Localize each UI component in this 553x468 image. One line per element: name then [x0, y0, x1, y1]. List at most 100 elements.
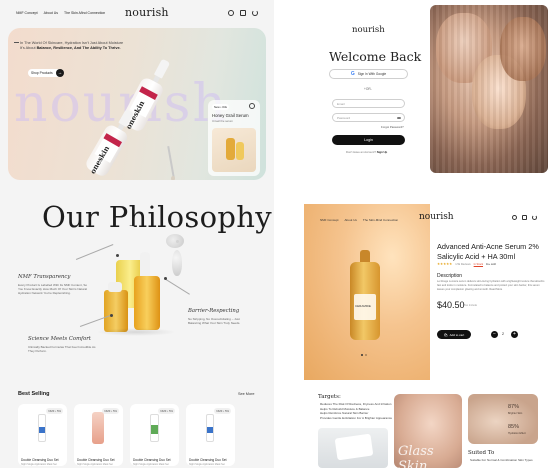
bottle-label-text: CERAMIDE: [355, 304, 371, 308]
heart-icon[interactable]: [249, 103, 255, 109]
stock-status: In Stock: [473, 262, 484, 266]
product-brand[interactable]: nourish: [419, 212, 454, 222]
cart-icon: 🛍: [443, 332, 448, 337]
product-image: [150, 414, 159, 442]
login-button[interactable]: Login: [332, 135, 405, 145]
card-tag: NMF • 5%: [46, 408, 63, 414]
serum-drop-3: [176, 240, 179, 243]
google-signin-button[interactable]: G Sign In With Google: [329, 69, 408, 79]
bag-icon[interactable]: [240, 10, 246, 16]
card-sub: Night Single Application Mask Set: [189, 463, 225, 466]
connector-dot-3: [110, 314, 113, 317]
stat1-label: Brighter Skin: [508, 412, 523, 415]
nav-link-nmf-concept[interactable]: NMF Concept: [320, 218, 339, 222]
reviews-count: 1.5k Reviews: [455, 262, 471, 266]
best-selling-title: Best Selling: [18, 391, 50, 397]
stat2-label: Hydration Effect: [508, 432, 526, 435]
target-item: Reduces The Risk Of Redness, Dryness And…: [320, 402, 392, 406]
glass-effect: [430, 5, 548, 173]
email-placeholder: Email: [337, 102, 345, 106]
nav-link-skin-mind[interactable]: The Skin-Mind Connection: [363, 218, 398, 222]
arrow-right-icon[interactable]: →: [56, 69, 64, 77]
target-item: Provides Gentle Exfoliation For A Bright…: [320, 415, 393, 420]
dropper: [167, 146, 175, 178]
quantity-decrease-button[interactable]: −: [491, 331, 498, 338]
eye-icon[interactable]: [397, 116, 401, 119]
signup-prompt: Don't Have an Account? Sign Up: [346, 150, 387, 154]
nav-link-nmf-concept[interactable]: NMF Concept: [16, 11, 38, 15]
promo-word: Glass Skin: [398, 444, 434, 468]
card-tag: NMF • 5%: [214, 408, 231, 414]
sold-count: 1k+ sold: [486, 262, 496, 266]
targets-heading: Targets:: [318, 394, 341, 400]
login-button-label: Login: [364, 138, 373, 142]
product-title: Advanced Anti-Acne Serum 2% Salicylic Ac…: [437, 242, 539, 261]
dropper-cap-2: [140, 252, 150, 278]
add-to-cart-button[interactable]: 🛍 Add to cart: [437, 330, 471, 339]
signup-prompt-text: Don't Have an Account?: [346, 150, 376, 154]
nav-link-about-us[interactable]: About Us: [345, 218, 357, 222]
product-card[interactable]: NMF • 5% Double Cleansing Duo Set Night …: [186, 404, 235, 466]
quantity-increase-button[interactable]: +: [511, 331, 518, 338]
card-sub: Night Single Application Mask Set: [133, 463, 169, 466]
product-texture-image: [318, 428, 388, 468]
product-card[interactable]: NMF • 5% Double Cleansing Duo Set Night …: [74, 404, 123, 466]
tube-image: [334, 433, 374, 461]
hero-banner: nourish In The World Of Skincare, Hydrat…: [8, 28, 266, 180]
search-icon[interactable]: [228, 10, 234, 16]
description-text: Le Rouge Lumiere serum delivers skin-lov…: [437, 280, 545, 291]
nav-link-skin-mind[interactable]: The Skin-Mind Connection: [64, 11, 105, 15]
email-field[interactable]: Email: [332, 99, 405, 108]
product-image: [38, 414, 46, 442]
price: $40.50: [437, 300, 465, 310]
product-card[interactable]: NMF • 5% Double Cleansing Duo Set Night …: [18, 404, 67, 466]
bag-icon[interactable]: [522, 215, 527, 220]
glass-skin-photo: Glass Skin: [394, 394, 462, 468]
bottle-label: CERAMIDE: [354, 294, 376, 320]
product-image-area: NMF Concept About Us The Skin-Mind Conne…: [304, 204, 430, 380]
philosophy-body-3: Clinically Backed Formulas That Feel Inc…: [28, 345, 96, 354]
signup-link[interactable]: Sign Up: [377, 150, 388, 154]
card-name: Double Cleansing Duo Set: [77, 458, 115, 462]
password-field[interactable]: Password: [332, 113, 405, 122]
bottle-cap-3: [108, 282, 122, 292]
nav-link-about-us[interactable]: About Us: [44, 11, 58, 15]
add-to-cart-label: Add to cart: [449, 332, 465, 337]
serum-drop-1: [166, 234, 184, 248]
login-panel: nourish Welcome Back G Sign In With Goog…: [304, 0, 553, 204]
landing-page-panel: NMF Concept About Us The Skin-Mind Conne…: [0, 0, 274, 468]
quantity-value: 2: [502, 332, 504, 336]
hero-bullet-line: [14, 42, 19, 43]
tax-note: Tax Include: [464, 304, 478, 307]
product-card[interactable]: NMF • 5% Double Cleansing Duo Set Night …: [130, 404, 179, 466]
connector-dot-1: [116, 254, 119, 257]
card-name: Double Cleansing Duo Set: [21, 458, 59, 462]
yellow-bottle-3: [104, 290, 128, 332]
feature-product-card[interactable]: New • Oils Honey Grail Serum Unveil the …: [208, 100, 260, 176]
philosophy-title: Our Philosophy: [42, 200, 272, 234]
settings-icon[interactable]: [252, 10, 258, 16]
yellow-bottle-2: [134, 276, 160, 330]
serum-drop-2: [172, 250, 182, 276]
search-icon[interactable]: [512, 215, 517, 220]
or-divider: +OR-: [364, 87, 372, 91]
product-image: [92, 412, 104, 444]
brand-logo[interactable]: nourish: [125, 6, 169, 19]
connector-dot-2: [164, 277, 167, 280]
forgot-password-link[interactable]: Forgot Password?: [381, 125, 404, 129]
philosophy-heading-1: NMF Transparency: [18, 274, 71, 280]
carousel-dot[interactable]: [365, 354, 367, 356]
targets-list: Reduces The Risk Of Redness, Dryness And…: [320, 402, 392, 420]
see-more-link[interactable]: See More: [238, 392, 254, 396]
carousel-dot-active[interactable]: [361, 354, 363, 356]
bottles-shadow: [96, 328, 176, 336]
rating-row: ★★★★★ 1.5k Reviews In Stock 1k+ sold: [437, 262, 496, 266]
card-sub: Night Single Application Mask Set: [21, 463, 57, 466]
hero-text-bold: Balance, Resilience, And The Ability To …: [36, 46, 121, 51]
philosophy-body-1: Every Product Is Labelled With Its NMF C…: [18, 283, 88, 296]
login-brand: nourish: [352, 25, 385, 35]
google-signin-label: Sign In With Google: [357, 72, 387, 76]
product-detail-panel: NMF Concept About Us The Skin-Mind Conne…: [304, 204, 553, 468]
philosophy-heading-3: Science Meets Comfort: [28, 336, 91, 342]
profile-icon[interactable]: [532, 215, 537, 220]
